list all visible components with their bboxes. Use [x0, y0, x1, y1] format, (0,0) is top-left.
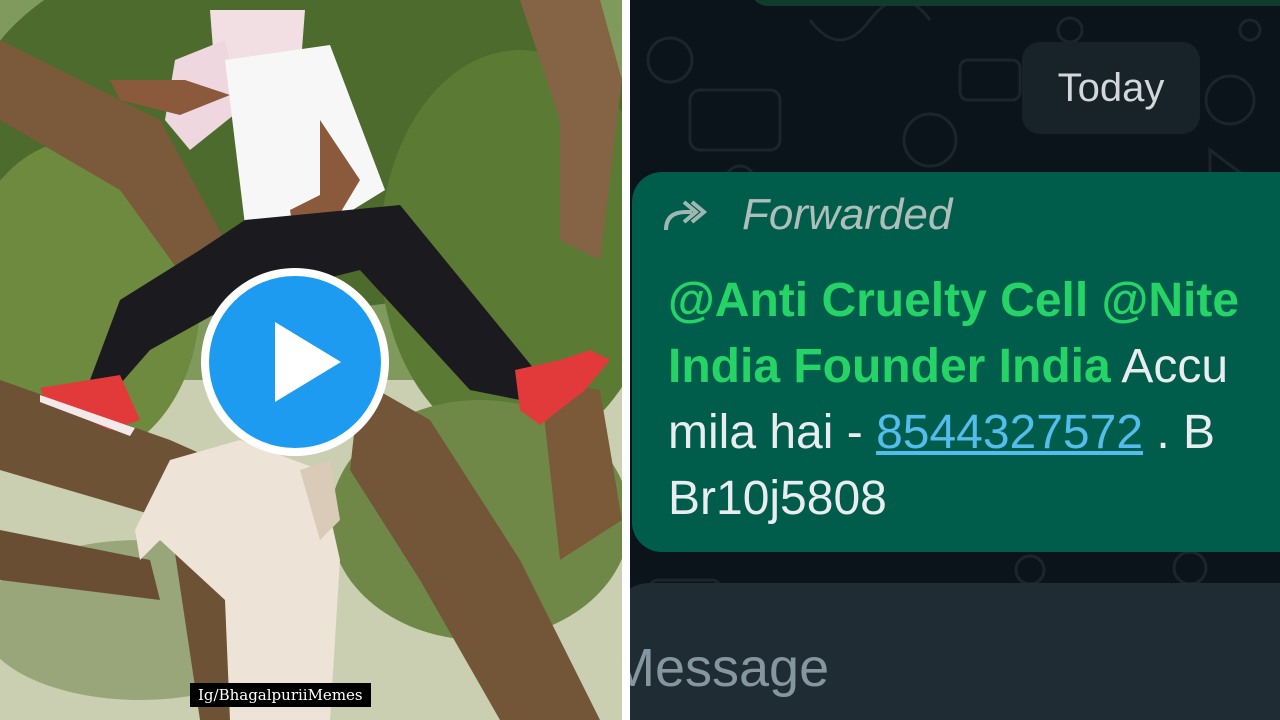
video-thumbnail[interactable]: Ig/BhagalpuriiMemes	[0, 0, 622, 720]
previous-message-bubble	[750, 0, 1280, 6]
panel-divider	[622, 0, 630, 720]
phone-number-link[interactable]: 8544327572	[876, 406, 1143, 459]
message-line-4: Br10j5808	[668, 466, 1280, 532]
watermark-label: Ig/BhagalpuriiMemes	[190, 683, 371, 707]
forwarded-label: Forwarded	[742, 190, 953, 239]
forwarded-header: Forwarded	[662, 190, 952, 240]
message-text-fragment: Accu	[1110, 340, 1229, 393]
message-text-fragment: Br10j5808	[668, 472, 887, 525]
message-input-placeholder: Message	[630, 638, 830, 698]
chat-screen: Today Forwarded @Anti Cruelty Cell @Nite…	[630, 0, 1280, 720]
forwarded-message-bubble[interactable]: Forwarded @Anti Cruelty Cell @Nite India…	[632, 172, 1280, 552]
message-text-fragment: mila hai -	[668, 406, 877, 459]
mention-india-founder[interactable]: India Founder India	[668, 340, 1111, 393]
mention-nite[interactable]: @Nite	[1102, 274, 1239, 327]
play-icon	[209, 276, 381, 448]
message-line-1: @Anti Cruelty Cell @Nite	[668, 268, 1280, 334]
message-text: @Anti Cruelty Cell @Nite India Founder I…	[668, 268, 1280, 532]
message-line-2: India Founder India Accu	[668, 334, 1280, 400]
message-line-3: mila hai - 8544327572 . B	[668, 400, 1280, 466]
play-triangle	[275, 322, 341, 402]
message-input[interactable]: Message	[630, 583, 1280, 720]
date-label: Today	[1057, 66, 1165, 110]
mention-anti-cruelty-cell[interactable]: @Anti Cruelty Cell	[668, 274, 1088, 327]
play-button[interactable]	[201, 268, 389, 456]
date-separator: Today	[1022, 42, 1200, 134]
message-text-fragment: . B	[1143, 406, 1216, 459]
forward-arrows-icon	[664, 200, 708, 231]
